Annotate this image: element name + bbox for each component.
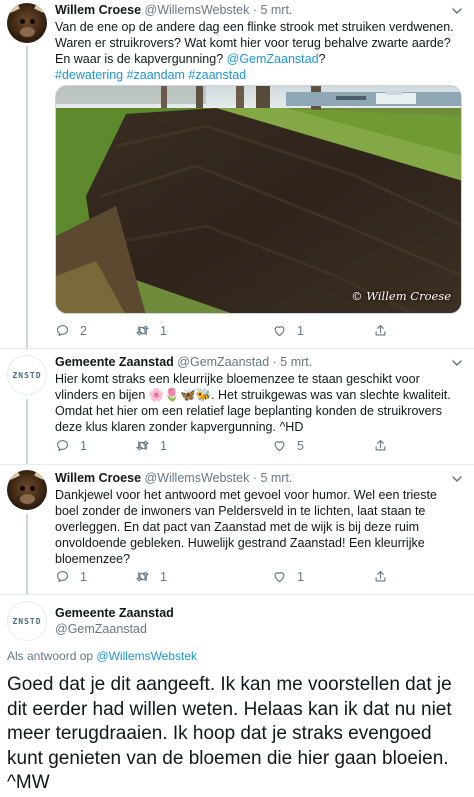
reply-button[interactable]: 2 (55, 323, 87, 338)
reply-count: 1 (80, 438, 87, 453)
thread-line (26, 46, 28, 350)
retweet-count: 1 (160, 323, 167, 338)
thread-line (26, 399, 28, 465)
avatar-zaanstad[interactable]: ZNSTD (7, 355, 47, 395)
tweet-text: Dankjewel voor het antwoord met gevoel v… (55, 488, 437, 566)
reply-count: 1 (80, 569, 87, 584)
share-button[interactable] (373, 569, 398, 584)
reply-to-line: Als antwoord op @WillemsWebstek (7, 649, 198, 663)
avatar-zaanstad[interactable]: ZNSTD (7, 601, 47, 641)
user-name[interactable]: Gemeente Zaanstad (55, 355, 174, 369)
reply-icon (56, 439, 69, 452)
avatar-logo-text: ZNSTD (12, 370, 42, 380)
photo-watermark: © Willem Croese (351, 289, 451, 303)
share-icon (375, 324, 386, 336)
retweet-count: 1 (160, 569, 167, 584)
user-name[interactable]: Willem Croese (55, 471, 141, 485)
retweet-button[interactable]: 1 (135, 438, 167, 453)
tweet-header: Willem Croese @WillemsWebstek · 5 mrt. (55, 471, 292, 486)
focused-header: Gemeente Zaanstad @GemZaanstad (55, 605, 174, 637)
like-icon (274, 326, 285, 337)
like-button[interactable]: 1 (272, 323, 304, 338)
share-button[interactable] (373, 323, 398, 338)
chevron-down-icon[interactable] (450, 472, 464, 486)
like-count: 1 (297, 323, 304, 338)
reply-to-link[interactable]: @WillemsWebstek (96, 649, 197, 663)
like-count: 5 (297, 438, 304, 453)
tweet-header: Gemeente Zaanstad @GemZaanstad · 5 mrt. (55, 355, 312, 370)
tweet-text: Hier komt straks een kleurrijke bloemenz… (55, 372, 451, 434)
handle-time[interactable]: @WillemsWebstek · 5 mrt. (145, 471, 293, 485)
chevron-down-icon[interactable] (450, 4, 464, 18)
tweet-3[interactable]: Willem Croese @WillemsWebstek · 5 mrt. D… (0, 465, 474, 595)
tweet-actions: 2 1 1 (55, 323, 455, 341)
tweet-2[interactable]: ZNSTD Gemeente Zaanstad @GemZaanstad · 5… (0, 349, 474, 465)
avatar-willem[interactable] (7, 3, 47, 43)
tweet-photo[interactable]: © Willem Croese (55, 85, 462, 314)
handle-time[interactable]: @WillemsWebstek · 5 mrt. (145, 3, 293, 17)
reply-icon (56, 324, 69, 337)
chevron-down-icon[interactable] (450, 356, 464, 370)
reply-button[interactable]: 1 (55, 569, 87, 584)
focused-tweet-text: Goed dat je dit aangeeft. Ik kan me voor… (7, 674, 452, 793)
avatar-logo-text: ZNSTD (12, 616, 42, 626)
user-handle[interactable]: @GemZaanstad (55, 621, 174, 637)
like-icon (274, 441, 285, 452)
share-icon (375, 439, 386, 451)
emoji-sequence: 🌸🌷🦋🐝 (148, 388, 212, 402)
retweet-icon (136, 571, 149, 582)
avatar-willem[interactable] (7, 470, 47, 510)
retweet-icon (136, 440, 149, 451)
retweet-count: 1 (160, 438, 167, 453)
handle-time[interactable]: @GemZaanstad · 5 mrt. (177, 355, 312, 369)
user-name[interactable]: Willem Croese (55, 3, 141, 17)
user-name[interactable]: Gemeente Zaanstad (55, 605, 174, 621)
tweet-actions: 1 1 1 (55, 569, 455, 587)
like-button[interactable]: 1 (272, 569, 304, 584)
tweet-1[interactable]: Willem Croese @WillemsWebstek · 5 mrt. V… (0, 0, 474, 350)
retweet-button[interactable]: 1 (135, 569, 167, 584)
reply-button[interactable]: 1 (55, 438, 87, 453)
tweet-text: Van de ene op de andere dag een flinke s… (55, 20, 454, 82)
like-icon (274, 572, 285, 583)
tweet-actions: 1 1 5 (55, 438, 455, 456)
reply-icon (56, 570, 69, 583)
mention-link[interactable]: @GemZaanstad (227, 52, 319, 66)
hashtag-links[interactable]: #dewatering #zaandam #zaanstad (55, 68, 246, 82)
like-count: 1 (297, 569, 304, 584)
retweet-icon (136, 325, 149, 336)
share-icon (375, 570, 386, 582)
tweet-header: Willem Croese @WillemsWebstek · 5 mrt. (55, 3, 292, 18)
share-button[interactable] (373, 438, 398, 453)
focused-tweet: ZNSTD Gemeente Zaanstad @GemZaanstad Als… (0, 595, 474, 797)
retweet-button[interactable]: 1 (135, 323, 167, 338)
like-button[interactable]: 5 (272, 438, 304, 453)
thread-line (26, 514, 28, 595)
reply-count: 2 (80, 323, 87, 338)
